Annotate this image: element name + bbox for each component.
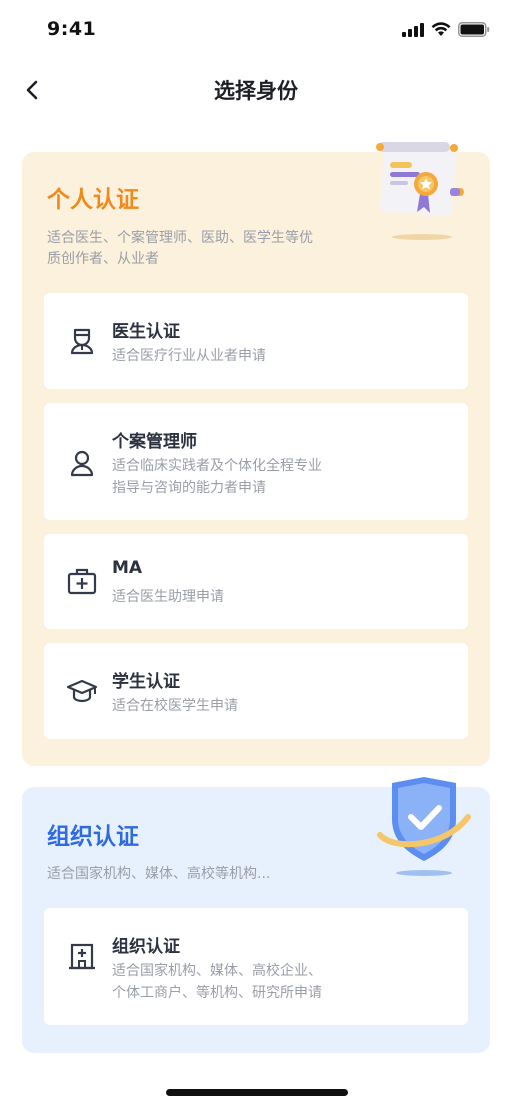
status-icons	[402, 22, 490, 37]
nav-bar: 选择身份	[0, 60, 512, 120]
status-bar: 9:41	[0, 0, 512, 60]
item-title: 学生认证	[112, 672, 180, 692]
shield-illustration	[377, 777, 471, 876]
item-desc: 适合在校医学生申请	[112, 698, 238, 714]
personal-card-desc-line2: 质创作者、从业者	[47, 251, 159, 267]
item-title: 医生认证	[112, 322, 180, 342]
signal-icon	[402, 22, 424, 37]
ma-certification-item[interactable]: MA 适合医生助理申请	[44, 534, 468, 629]
case-manager-certification-item[interactable]: 个案管理师 适合临床实践者及个体化全程专业 指导与咨询的能力者申请	[44, 403, 468, 520]
item-desc: 适合医疗行业从业者申请	[112, 348, 266, 364]
item-desc-line2: 个体工商户、等机构、研究所申请	[112, 985, 322, 1001]
personal-card-desc-line1: 适合医生、个案管理师、医助、医学生等优	[47, 230, 313, 246]
organization-certification-card: 组织认证 适合国家机构、媒体、高校等机构... 组织认证 适合国家机构、媒体、高…	[22, 777, 490, 1053]
person-icon	[66, 447, 98, 479]
status-time: 9:41	[47, 18, 97, 40]
certificate-illustration	[376, 141, 464, 240]
student-certification-item[interactable]: 学生认证 适合在校医学生申请	[44, 643, 468, 739]
item-title: 个案管理师	[112, 432, 197, 452]
org-card-desc: 适合国家机构、媒体、高校等机构...	[47, 866, 271, 882]
item-desc-line1: 适合国家机构、媒体、高校企业、	[112, 963, 322, 979]
org-card-title: 组织认证	[47, 824, 139, 850]
medical-kit-icon	[66, 565, 98, 597]
battery-icon	[458, 22, 490, 37]
item-title: MA	[112, 558, 143, 578]
graduation-cap-icon	[66, 675, 98, 707]
item-desc-line1: 适合临床实践者及个体化全程专业	[112, 458, 322, 474]
home-indicator	[166, 1089, 348, 1096]
item-desc: 适合医生助理申请	[112, 589, 224, 605]
item-desc-line2: 指导与咨询的能力者申请	[112, 480, 266, 496]
organization-certification-item[interactable]: 组织认证 适合国家机构、媒体、高校企业、 个体工商户、等机构、研究所申请	[44, 908, 468, 1025]
personal-card-title: 个人认证	[47, 187, 139, 213]
personal-certification-card: 个人认证 适合医生、个案管理师、医助、医学生等优 质创作者、从业者 医生认证 适…	[22, 141, 490, 766]
doctor-certification-item[interactable]: 医生认证 适合医疗行业从业者申请	[44, 293, 468, 389]
item-title: 组织认证	[112, 937, 180, 957]
hospital-building-icon	[66, 941, 98, 973]
doctor-icon	[66, 325, 98, 357]
wifi-icon	[431, 22, 451, 36]
page-title: 选择身份	[214, 79, 298, 103]
